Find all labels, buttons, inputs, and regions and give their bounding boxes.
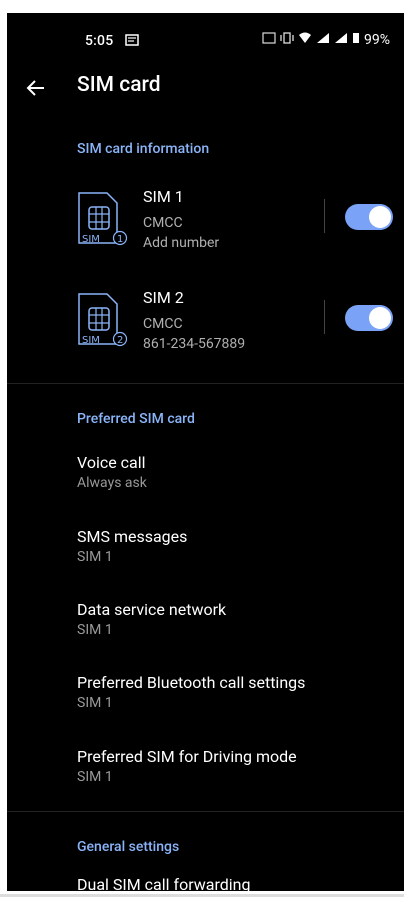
setting-value: SIM 1: [77, 695, 113, 711]
setting-value: Always ask: [77, 475, 147, 491]
sim-row-2[interactable]: SIM 2 SIM 2 CMCC 861-234-567889: [7, 288, 404, 388]
sim-1-icon-label: SIM: [82, 234, 100, 245]
sim-2-divider: [324, 300, 325, 334]
sim-1-divider: [324, 199, 325, 233]
message-notification-icon: [125, 34, 139, 50]
status-time: 5:05: [85, 33, 114, 49]
section-header-general: General settings: [77, 839, 180, 855]
section-divider: [7, 383, 404, 384]
status-icons: 99%: [262, 32, 390, 48]
status-bar: 5:05 99%: [7, 13, 404, 57]
wifi-icon: [298, 32, 312, 48]
sim-1-icon-number: 1: [117, 234, 123, 245]
setting-value: SIM 1: [77, 769, 113, 785]
setting-title: Data service network: [77, 600, 227, 619]
sim-1-toggle-knob: [369, 206, 391, 228]
setting-data-service-network[interactable]: Data service network SIM 1: [77, 600, 226, 638]
signal-2-icon: [334, 32, 348, 48]
app-bar: SIM card: [7, 73, 404, 113]
signal-1-icon: [316, 32, 330, 48]
page-title: SIM card: [77, 73, 161, 97]
setting-title: Dual SIM call forwarding: [77, 875, 251, 891]
sim-2-toggle[interactable]: [345, 305, 393, 331]
section-header-preferred: Preferred SIM card: [77, 411, 195, 427]
setting-voice-call[interactable]: Voice call Always ask: [77, 453, 147, 491]
sim-2-icon-number: 2: [117, 335, 123, 346]
screen: 5:05 99% SIM card SIM card information S…: [7, 13, 404, 891]
battery-percent: 99%: [364, 32, 390, 48]
sim-2-number[interactable]: 861-234-567889: [143, 336, 245, 352]
setting-sms-messages[interactable]: SMS messages SIM 1: [77, 527, 187, 565]
setting-dual-sim-forwarding[interactable]: Dual SIM call forwarding: [77, 875, 250, 891]
section-divider: [7, 811, 404, 812]
sim-1-title: SIM 1: [143, 187, 184, 206]
sim-2-title: SIM 2: [143, 288, 184, 307]
setting-driving-mode[interactable]: Preferred SIM for Driving mode SIM 1: [77, 747, 297, 785]
sim-2-toggle-knob: [369, 307, 391, 329]
sim-1-toggle[interactable]: [345, 204, 393, 230]
nfc-icon: [262, 32, 276, 48]
sim-1-carrier: CMCC: [143, 215, 183, 231]
vibrate-icon: [280, 32, 294, 48]
setting-bluetooth-call[interactable]: Preferred Bluetooth call settings SIM 1: [77, 673, 305, 711]
sim-2-carrier: CMCC: [143, 316, 183, 332]
battery-icon: [352, 32, 360, 48]
back-arrow-icon[interactable]: [24, 76, 48, 100]
sim-2-icon: SIM 2: [77, 292, 129, 348]
setting-title: SMS messages: [77, 527, 188, 546]
setting-title: Preferred SIM for Driving mode: [77, 747, 297, 766]
sim-1-number[interactable]: Add number: [143, 235, 219, 251]
setting-value: SIM 1: [77, 549, 113, 565]
sim-row-1[interactable]: SIM 1 SIM 1 CMCC Add number: [7, 187, 404, 287]
setting-title: Voice call: [77, 453, 146, 472]
section-header-sim-info: SIM card information: [77, 141, 210, 157]
sim-1-icon: SIM 1: [77, 191, 129, 247]
sim-2-icon-label: SIM: [82, 335, 100, 346]
setting-value: SIM 1: [77, 622, 113, 638]
setting-title: Preferred Bluetooth call settings: [77, 673, 306, 692]
